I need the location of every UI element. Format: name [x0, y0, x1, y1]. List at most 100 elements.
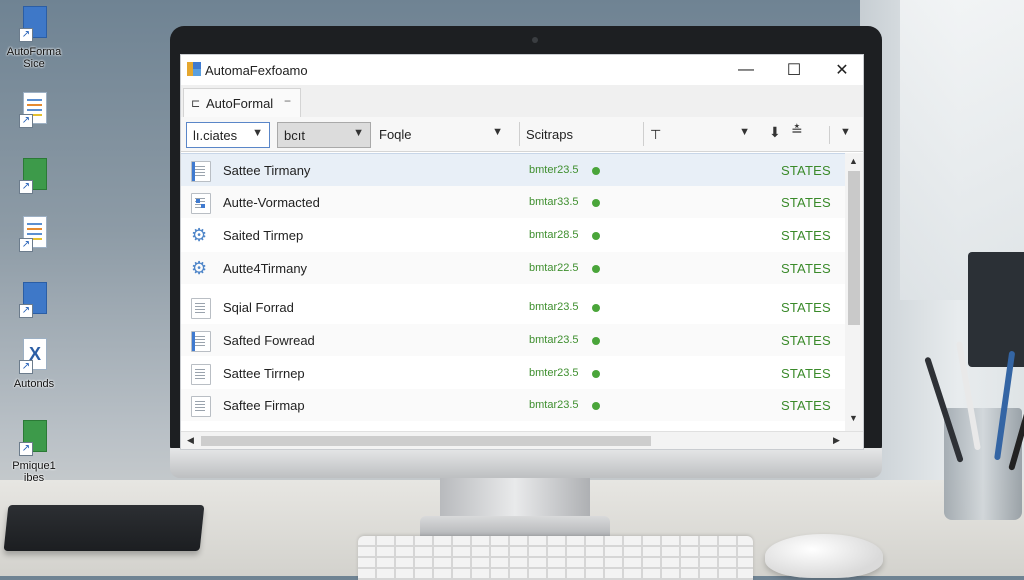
window-title: AutomaFexfoamo — [205, 63, 308, 78]
notebook — [3, 505, 205, 551]
item-name: Sattee Tirmany — [223, 163, 311, 178]
shortcut-arrow-icon: ↗ — [19, 360, 33, 374]
more-options-button[interactable]: ▼ — [829, 126, 851, 144]
item-state: STATES — [781, 195, 831, 210]
document-icon — [191, 331, 211, 352]
item-name: Autte4Tirmany — [223, 261, 308, 276]
gear-file-icon: ⚙ — [191, 225, 208, 245]
list-item[interactable]: ⚙ Autte4Tirmany bmtar22.5 STATES — [181, 252, 845, 284]
scroll-up-arrow-icon[interactable]: ▲ — [849, 156, 858, 166]
title-bar[interactable]: AutomaFexfoamo — ☐ ✕ — [181, 55, 863, 85]
item-name: Sattee Tirrnep — [223, 366, 305, 381]
item-size: bmtar23.5 — [529, 399, 579, 411]
document-icon — [191, 396, 211, 417]
item-size: bmtar22.5 — [529, 262, 579, 274]
shortcut-arrow-icon: ↗ — [19, 180, 33, 194]
document-icon — [191, 364, 211, 385]
shortcut-arrow-icon: ↗ — [19, 28, 33, 42]
item-name: Saftee Firmap — [223, 398, 305, 413]
status-dot-icon — [592, 304, 600, 312]
tab-doc-icon: ⊏ — [191, 98, 201, 110]
item-state: STATES — [781, 163, 831, 178]
desktop-shortcut[interactable]: ↗ AutoForma Sice — [4, 6, 64, 70]
desktop-shortcut[interactable]: ↗ — [4, 216, 64, 256]
maximize-button[interactable]: ☐ — [771, 55, 817, 85]
app-logo-icon — [187, 62, 201, 76]
horizontal-scroll-thumb[interactable] — [201, 436, 651, 446]
filter-toolbar: lı.ciates ▼ bcıt ▼ Foqle ▼ Scitraps ⊤ ▼ … — [181, 117, 863, 152]
status-dot-icon — [592, 337, 600, 345]
list-item[interactable]: Saftee Firmap bmtar23.5 STATES — [181, 389, 845, 421]
mouse — [765, 534, 883, 578]
desktop-shortcut[interactable]: ↗ — [4, 282, 64, 322]
background-second-monitor — [968, 252, 1024, 367]
item-size: bmtar23.5 — [529, 301, 579, 313]
list-item[interactable]: Safted Fowread bmtar23.5 STATES — [181, 324, 845, 356]
monitor-chin — [170, 448, 882, 478]
item-size: bmtar33.5 — [529, 196, 579, 208]
item-name: Safted Fowread — [223, 333, 315, 348]
close-button[interactable]: ✕ — [819, 55, 863, 85]
chevron-down-icon: ▼ — [353, 127, 364, 139]
desktop-shortcut[interactable]: ↗ Pmique1 ibes — [4, 420, 64, 484]
filter-dropdown-3[interactable]: Foqle ▼ — [373, 122, 509, 146]
item-size: bmtar28.5 — [529, 229, 579, 241]
status-dot-icon — [592, 402, 600, 410]
item-name: Sqial Forrad — [223, 300, 294, 315]
item-state: STATES — [781, 366, 831, 381]
sort-icon[interactable]: ≛ — [791, 122, 803, 139]
list-item[interactable]: Sattee Tirrnep bmter23.5 STATES — [181, 357, 845, 389]
desktop-icon-label: Autonds — [13, 378, 55, 390]
list-item[interactable]: Autte-Vormacted bmtar33.5 STATES — [181, 186, 845, 218]
file-icon: ↗ — [19, 216, 49, 254]
filter-dropdown-1[interactable]: lı.ciates ▼ — [186, 122, 270, 148]
file-icon: ↗ — [19, 420, 49, 458]
list-item[interactable]: Sqial Forrad bmtar23.5 STATES — [181, 291, 845, 323]
status-dot-icon — [592, 167, 600, 175]
chevron-down-icon: ▼ — [739, 126, 750, 138]
tab-close-button[interactable]: − — [284, 94, 291, 108]
filter-label: lı.ciates — [193, 128, 238, 143]
file-icon: X ↗ — [19, 338, 49, 376]
tab-autoformal[interactable]: ⊏ AutoFormal − — [183, 88, 301, 117]
tab-label: AutoFormal — [206, 96, 274, 111]
filter-label: bcıt — [284, 128, 305, 143]
status-dot-icon — [592, 265, 600, 273]
filter-dropdown-4[interactable]: Scitraps — [519, 122, 634, 146]
file-list: Sattee Tirmany bmter23.5 STATES Autte-Vorma… — [181, 153, 845, 425]
desktop-shortcut[interactable]: ↗ — [4, 92, 64, 132]
item-size: bmter23.5 — [529, 367, 579, 379]
desktop-icon-label: Pmique1 ibes — [12, 460, 56, 484]
list-item[interactable]: Sattee Tirmany bmter23.5 STATES — [181, 153, 845, 187]
pin-icon[interactable]: ⬇ — [769, 124, 781, 141]
item-name: Saited Tirmep — [223, 228, 304, 243]
chevron-down-icon: ▼ — [492, 126, 503, 138]
desktop-shortcut[interactable]: ↗ — [4, 158, 64, 198]
desktop-icon-label: AutoForma Sice — [6, 46, 62, 70]
filter-dropdown-5[interactable]: ⊤ ▼ — [643, 122, 756, 146]
webcam — [532, 37, 538, 43]
vertical-scroll-thumb[interactable] — [848, 171, 860, 325]
chevron-down-icon: ▼ — [252, 127, 263, 139]
minimize-button[interactable]: — — [723, 55, 769, 85]
filter-dropdown-2[interactable]: bcıt ▼ — [277, 122, 371, 148]
scroll-down-arrow-icon[interactable]: ▼ — [849, 413, 858, 423]
file-icon: ↗ — [19, 282, 49, 320]
item-size: bmtar23.5 — [529, 334, 579, 346]
horizontal-scrollbar[interactable]: ◀ ▶ — [181, 431, 863, 449]
grid-document-icon — [191, 193, 211, 214]
tab-bar: ⊏ AutoFormal − — [181, 85, 863, 118]
list-item[interactable]: ⚙ Saited Tirmep bmtar28.5 STATES — [181, 219, 845, 251]
status-dot-icon — [592, 199, 600, 207]
document-icon — [191, 161, 211, 182]
status-dot-icon — [592, 370, 600, 378]
vertical-scrollbar[interactable]: ▲ ▼ — [845, 153, 863, 431]
filter-label: ⊤ — [650, 127, 662, 142]
file-icon: ↗ — [19, 92, 49, 130]
shortcut-arrow-icon: ↗ — [19, 442, 33, 456]
gear-file-icon: ⚙ — [191, 258, 208, 278]
desktop-shortcut[interactable]: X ↗ Autonds — [4, 338, 64, 390]
scroll-left-arrow-icon[interactable]: ◀ — [187, 435, 194, 446]
file-icon: ↗ — [19, 6, 49, 44]
scroll-right-arrow-icon[interactable]: ▶ — [833, 435, 840, 446]
